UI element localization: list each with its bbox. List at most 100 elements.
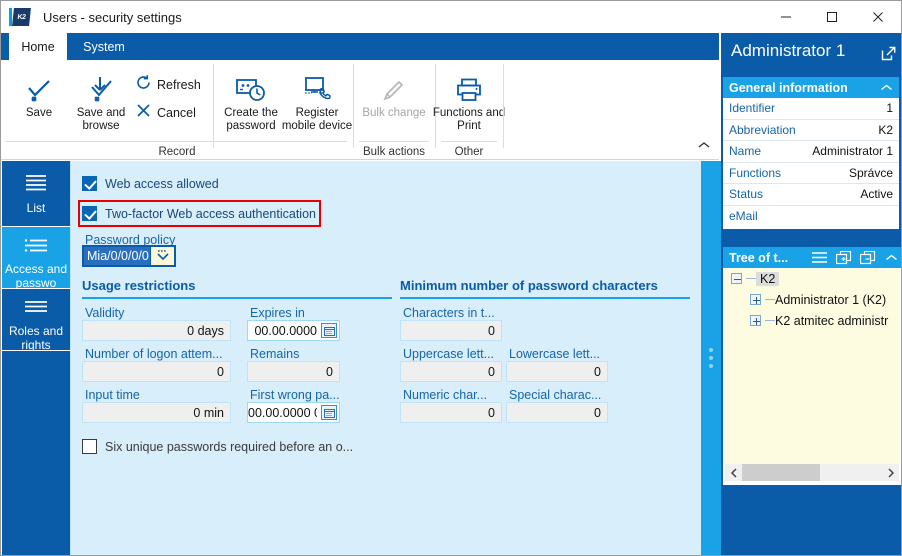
general-information-title: General information [729, 80, 848, 95]
ribbon: Home System Record Save Save and browse … [1, 33, 719, 160]
list-item[interactable]: K2 atmitec administr [725, 310, 899, 331]
remains-value: 0 [326, 364, 333, 379]
scrollbar-thumb[interactable] [742, 464, 820, 481]
input-time-label: Input time [85, 388, 140, 402]
password-policy-field[interactable]: Mia/0/0/0/0 [82, 245, 176, 267]
web-access-allowed-checkbox[interactable]: Web access allowed [82, 176, 219, 191]
tab-system[interactable]: System [67, 33, 141, 60]
pencil-icon [380, 64, 408, 104]
tree-toggle-plus-icon[interactable] [750, 294, 761, 305]
list-lines-icon[interactable] [811, 251, 828, 264]
create-password-icon [235, 64, 267, 104]
minimize-icon[interactable] [763, 1, 809, 33]
uppercase-letters-value: 0 [488, 364, 495, 379]
printer-icon [455, 64, 483, 104]
logon-attempts-label: Number of logon attem... [85, 347, 223, 361]
web-access-allowed-label: Web access allowed [105, 176, 219, 191]
list-item[interactable]: Administrator 1 (K2) [725, 289, 899, 310]
remains-input[interactable]: 0 [247, 361, 340, 382]
table-row[interactable]: Status Active [723, 184, 899, 206]
functions-and-print-button[interactable]: Functions and Print [432, 64, 506, 142]
create-password-button[interactable]: Create the password [217, 64, 285, 142]
special-characters-input[interactable]: 0 [506, 402, 608, 423]
save-button[interactable]: Save [5, 64, 73, 142]
numeric-characters-input[interactable]: 0 [400, 402, 502, 423]
logon-attempts-value: 0 [217, 364, 224, 379]
ribbon-group-record: Record Save Save and browse Refresh Canc… [1, 60, 353, 160]
chevron-up-icon[interactable] [885, 253, 898, 262]
table-row[interactable]: Abbreviation K2 [723, 120, 899, 141]
splitter-grip-icon [709, 348, 713, 368]
register-mobile-icon [301, 64, 333, 104]
tree-header[interactable]: Tree of t... [723, 247, 901, 268]
refresh-button[interactable]: Refresh [135, 73, 201, 97]
logon-attempts-input[interactable]: 0 [82, 361, 231, 382]
table-row[interactable]: Name Administrator 1 [723, 141, 899, 163]
title-bar: K2 Users - security settings [1, 1, 901, 33]
bulk-change-button[interactable]: Bulk change [360, 64, 428, 142]
scrollbar-track[interactable] [742, 464, 882, 481]
validity-input[interactable]: 0 days [82, 320, 231, 341]
chevron-left-icon[interactable] [725, 464, 742, 481]
numeric-characters-label: Numeric char... [403, 388, 488, 402]
tree-node-label: K2 [756, 271, 780, 286]
k2-logo-icon: K2 [9, 6, 35, 28]
main-content: Web access allowed Two-factor Web access… [70, 161, 701, 555]
min-password-chars-title: Minimum number of password characters [400, 278, 658, 293]
table-row[interactable]: eMail [723, 206, 899, 228]
table-row[interactable]: Identifier 1 [723, 98, 899, 120]
lowercase-letters-input[interactable]: 0 [506, 361, 608, 382]
table-row[interactable]: Functions Správce [723, 163, 899, 184]
sidebar-item-list[interactable]: List [2, 161, 70, 227]
tab-home[interactable]: Home [9, 33, 67, 60]
window-controls [763, 1, 901, 33]
cancel-button[interactable]: Cancel [135, 101, 196, 125]
sidebar-item-roles-and-rights[interactable]: Roles and rights [2, 289, 70, 351]
panel-splitter[interactable] [701, 161, 721, 555]
row-key: Functions [729, 165, 782, 180]
row-key: Identifier [729, 101, 776, 116]
row-key: eMail [729, 209, 758, 224]
uppercase-letters-input[interactable]: 0 [400, 361, 502, 382]
tab-system-label: System [83, 39, 125, 54]
expires-in-value: 00.00.0000 [254, 323, 317, 338]
calendar-icon[interactable] [321, 405, 337, 420]
popout-icon[interactable] [881, 46, 896, 66]
tree-body[interactable]: K2 Administrator 1 (K2) K2 atmitec admin… [725, 268, 899, 464]
register-mobile-device-button[interactable]: Register mobile device [281, 64, 353, 142]
ribbon-collapse-icon[interactable] [697, 137, 711, 155]
characters-in-total-input[interactable]: 0 [400, 320, 502, 341]
ribbon-group-other-label: Other [454, 146, 484, 158]
tree-toggle-minus-icon[interactable] [731, 273, 742, 284]
sidebar-item-access-and-password[interactable]: Access and passwo [2, 227, 70, 289]
functions-and-print-button-label: Functions and Print [432, 107, 506, 132]
six-unique-passwords-checkbox[interactable]: Six unique passwords required before an … [82, 439, 353, 454]
save-and-browse-button-label: Save and browse [76, 107, 126, 132]
first-wrong-password-input[interactable]: 00.00.0000 0 [247, 402, 340, 423]
ribbon-group-record-label: Record [158, 146, 196, 158]
tree-title: Tree of t... [729, 250, 789, 265]
expires-in-input[interactable]: 00.00.0000 [247, 320, 340, 341]
tree-toggle-plus-icon[interactable] [750, 315, 761, 326]
tree-card: Tree of t... K2 Administrator 1 (K2) K2 … [723, 247, 901, 485]
register-mobile-device-button-label: Register mobile device [281, 107, 353, 132]
dropdown-arrow-icon[interactable] [150, 247, 174, 265]
two-factor-auth-checkbox[interactable]: Two-factor Web access authentication [82, 206, 316, 221]
collapse-all-icon[interactable] [860, 250, 876, 265]
save-and-browse-button[interactable]: Save and browse [67, 64, 135, 142]
roles-lines-icon [2, 294, 70, 322]
expand-all-icon[interactable] [836, 250, 852, 265]
list-item[interactable]: K2 [725, 268, 899, 289]
access-list-icon [2, 232, 70, 260]
calendar-icon[interactable] [321, 323, 337, 338]
maximize-icon[interactable] [809, 1, 855, 33]
tree-horizontal-scrollbar[interactable] [725, 464, 899, 481]
chevron-right-icon[interactable] [882, 464, 899, 481]
chevron-up-icon[interactable] [880, 83, 893, 92]
general-information-header[interactable]: General information [723, 77, 899, 98]
save-check-icon [24, 64, 54, 104]
row-key: Name [729, 144, 762, 159]
input-time-input[interactable]: 0 min [82, 402, 231, 423]
application-window: K2 Users - security settings Home System [0, 0, 902, 556]
close-icon[interactable] [855, 1, 901, 33]
